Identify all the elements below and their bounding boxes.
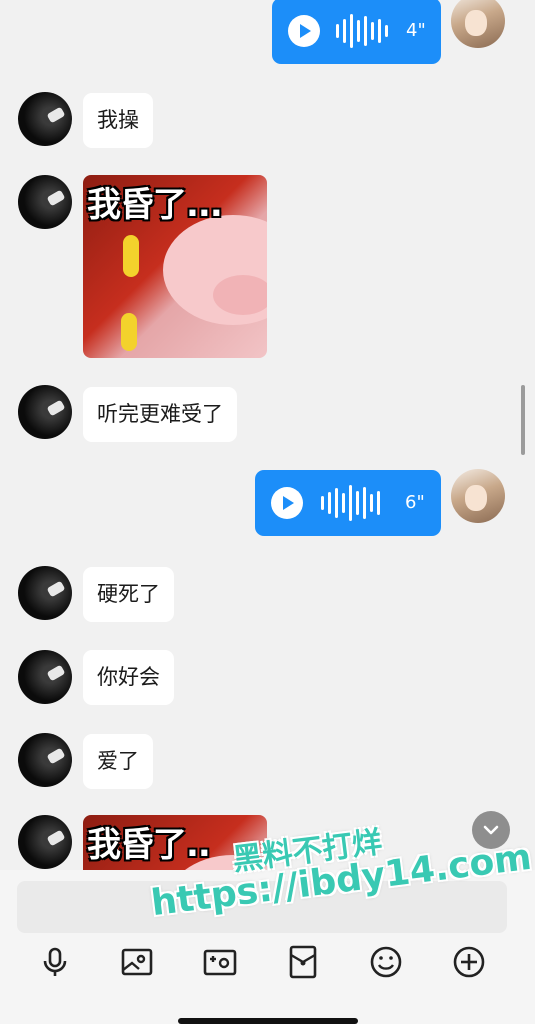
avatar[interactable]: [18, 566, 72, 620]
voice-duration: 6": [405, 492, 425, 513]
plus-icon[interactable]: [451, 944, 487, 980]
avatar[interactable]: [451, 0, 505, 48]
avatar[interactable]: [18, 733, 72, 787]
play-icon[interactable]: [288, 15, 320, 47]
voice-message-bubble[interactable]: 4": [272, 0, 441, 64]
sticker-image[interactable]: 我昏了...: [83, 175, 267, 358]
sticker-mark: [123, 235, 139, 277]
red-packet-icon[interactable]: [285, 944, 321, 980]
text-message-bubble[interactable]: 听完更难受了: [83, 387, 237, 442]
sticker-caption: 我昏了..: [87, 825, 211, 865]
camera-icon[interactable]: [202, 944, 238, 980]
emoji-icon[interactable]: [368, 944, 404, 980]
sticker-caption: 我昏了...: [87, 185, 223, 225]
text-message-bubble[interactable]: 爱了: [83, 734, 153, 789]
avatar[interactable]: [18, 815, 72, 869]
microphone-icon[interactable]: [37, 944, 73, 980]
avatar[interactable]: [18, 92, 72, 146]
home-indicator: [178, 1018, 358, 1024]
voice-message-bubble[interactable]: 6": [255, 470, 441, 536]
sticker-mark: [121, 313, 137, 351]
chat-message-list[interactable]: 4" 我操 我昏了... 听完更难受了 6" 硬死了 你好会 爱了 我昏了..: [0, 0, 535, 870]
avatar[interactable]: [18, 650, 72, 704]
text-message-bubble[interactable]: 你好会: [83, 650, 174, 705]
text-message-bubble[interactable]: 硬死了: [83, 567, 174, 622]
sticker-snout-shape: [213, 275, 267, 315]
text-message-bubble[interactable]: 我操: [83, 93, 153, 148]
play-icon[interactable]: [271, 487, 303, 519]
avatar[interactable]: [18, 175, 72, 229]
scrollbar[interactable]: [521, 385, 525, 455]
chevron-down-icon: [483, 825, 499, 835]
voice-duration: 4": [406, 20, 426, 41]
image-icon[interactable]: [119, 944, 155, 980]
waveform-icon: [336, 10, 388, 52]
avatar[interactable]: [451, 469, 505, 523]
waveform-icon: [321, 482, 380, 524]
avatar[interactable]: [18, 385, 72, 439]
